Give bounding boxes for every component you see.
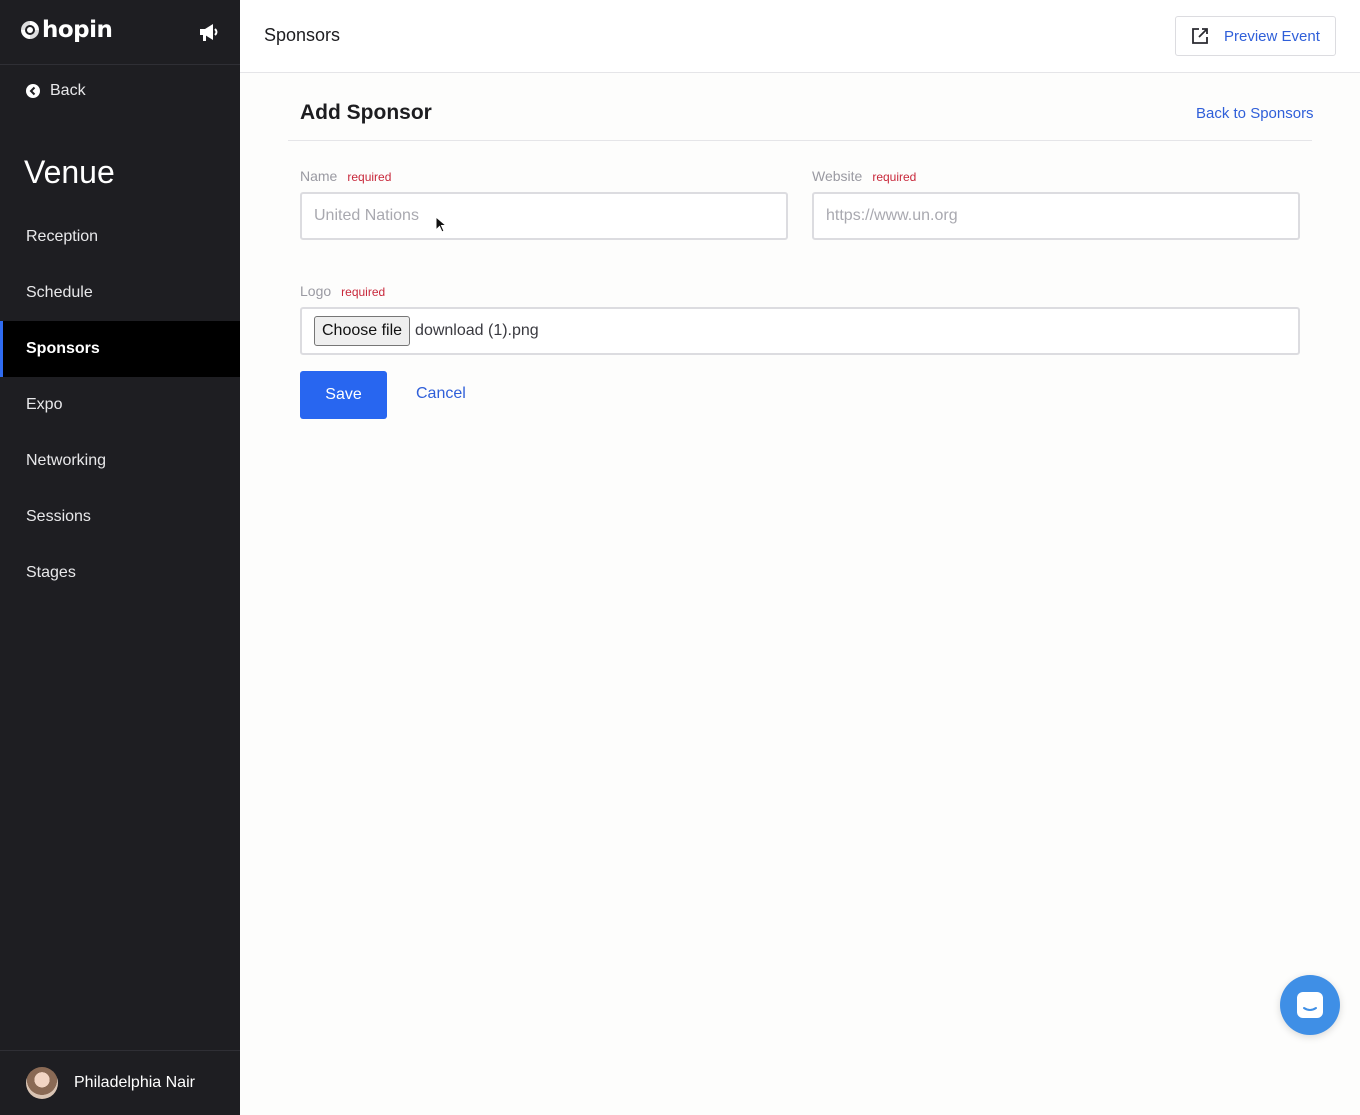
mouse-cursor-icon [435, 216, 447, 233]
divider [288, 140, 1312, 141]
sidebar-item-reception[interactable]: Reception [0, 209, 240, 265]
chat-icon [1297, 992, 1323, 1018]
logo-file-input[interactable]: Choose file download (1).png [300, 307, 1300, 355]
user-menu[interactable]: Philadelphia Nair [0, 1050, 240, 1115]
back-to-sponsors-link[interactable]: Back to Sponsors [1196, 105, 1314, 122]
main-content: Add Sponsor Back to Sponsors Name requir… [240, 73, 1360, 1115]
sidebar-item-sponsors[interactable]: Sponsors [0, 321, 240, 377]
preview-event-label: Preview Event [1224, 27, 1320, 45]
user-name: Philadelphia Nair [74, 1074, 195, 1091]
avatar [26, 1067, 58, 1099]
back-button[interactable]: Back [26, 82, 86, 100]
logo-label: Logo required [300, 283, 385, 299]
sidebar-item-expo[interactable]: Expo [0, 377, 240, 433]
website-label: Website required [812, 168, 916, 184]
name-label: Name required [300, 168, 391, 184]
preview-event-button[interactable]: Preview Event [1175, 16, 1336, 56]
sidebar-item-schedule[interactable]: Schedule [0, 265, 240, 321]
megaphone-icon[interactable] [197, 21, 221, 43]
sidebar-nav: Reception Schedule Sponsors Expo Network… [0, 209, 240, 601]
name-input[interactable] [300, 192, 788, 240]
website-required-badge: required [872, 170, 917, 184]
chat-button[interactable] [1280, 975, 1340, 1035]
save-button[interactable]: Save [300, 371, 387, 419]
logo-row: hopin [0, 0, 240, 65]
website-input[interactable] [812, 192, 1300, 240]
venue-title: Venue [24, 154, 115, 190]
sidebar-item-stages[interactable]: Stages [0, 545, 240, 601]
hopin-logo-icon [21, 21, 39, 39]
logo-label-text: Logo [300, 283, 332, 299]
logo-text: hopin [42, 17, 113, 43]
sidebar-item-networking[interactable]: Networking [0, 433, 240, 489]
cancel-button[interactable]: Cancel [416, 385, 466, 403]
back-label: Back [50, 82, 86, 99]
external-link-icon [1192, 28, 1208, 44]
website-label-text: Website [812, 168, 863, 184]
selected-file-name: download (1).png [415, 322, 539, 339]
sidebar-item-sessions[interactable]: Sessions [0, 489, 240, 545]
top-header: Sponsors Preview Event [240, 0, 1360, 73]
sidebar: hopin Back Venue Reception Schedule Spon… [0, 0, 240, 1115]
back-arrow-icon [26, 84, 40, 98]
name-label-text: Name [300, 168, 338, 184]
form-title: Add Sponsor [300, 101, 432, 124]
logo-required-badge: required [341, 285, 386, 299]
choose-file-button[interactable]: Choose file [314, 316, 411, 346]
page-title: Sponsors [264, 25, 341, 45]
name-required-badge: required [347, 170, 392, 184]
hopin-logo[interactable]: hopin [20, 16, 113, 44]
